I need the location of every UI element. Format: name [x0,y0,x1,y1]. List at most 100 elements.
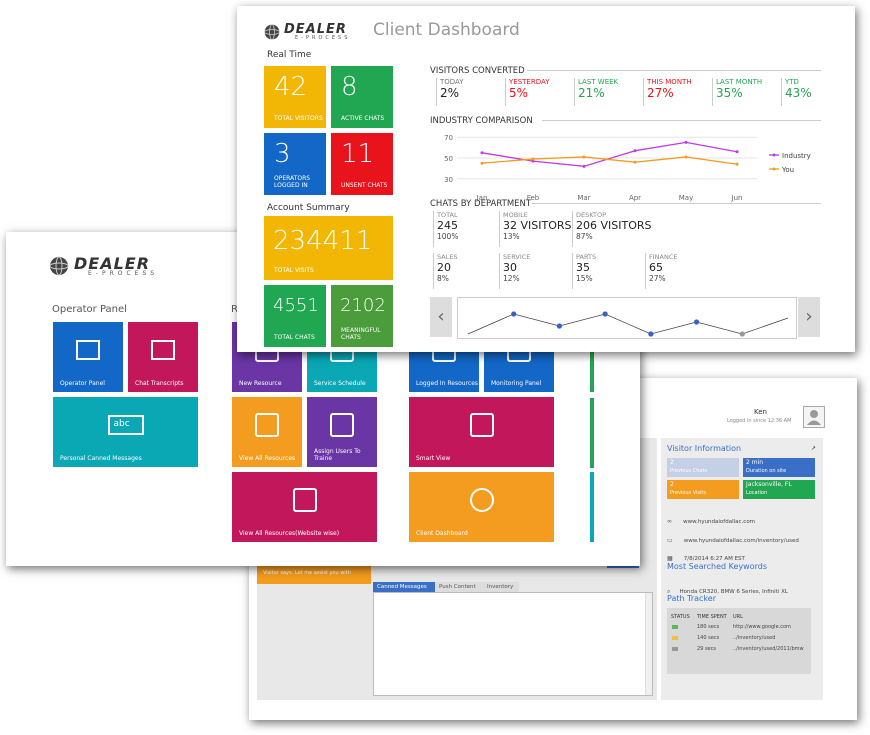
data-point [735,162,739,166]
resource-tile[interactable]: View All Resources(Website wise) [232,472,377,542]
sparkline-point [648,331,654,337]
legend-marker [772,153,776,157]
dept-percent: 87% [576,232,593,241]
dept-stat: DESKTOP 206 VISITORS 87% [572,211,652,247]
data-point [531,157,535,161]
avatar[interactable] [803,406,825,428]
operator-tile[interactable]: Operator Panel [53,322,123,392]
visitor-url-1[interactable]: www.hyundaiofdallac.com [683,519,755,525]
tile-label: OPERATORS LOGGED IN [274,175,311,189]
url-row-2: ▭ www.hyundaiofdallac.com/inventory/used [667,527,817,546]
calendar-icon: ▦ [667,555,673,562]
realtime-tile[interactable]: 11 UNSENT CHATS [331,133,393,195]
sparkline-point [739,331,745,337]
status-swatch [672,636,678,640]
tile-label: View All Resources(Website wise) [239,530,340,537]
account-tile[interactable]: 2102 MEANINGFUL CHATS [331,285,393,347]
y-tick-label: 50 [444,155,453,163]
dept-value: 20 [437,261,451,274]
account-tile[interactable]: 4551 TOTAL CHATS [264,285,326,347]
tile-icon [330,413,354,437]
logged-in-since: Logged in since 12:36 AM [727,418,792,424]
tab-push-content[interactable]: Push Content [435,582,483,592]
resource-tile[interactable]: Assign Users To Traine [307,397,377,467]
visitor-url-2[interactable]: www.hyundaiofdallac.com/inventory/used [684,538,799,544]
card-label: Location [746,490,768,496]
stat-label: YTD [785,78,799,86]
status-swatch [672,647,678,651]
dept-label: SERVICE [503,253,531,261]
resource-tile[interactable]: Smart View [409,397,554,467]
sparkline-point [556,323,563,329]
tile-label: UNSENT CHATS [341,182,388,189]
data-point [582,164,586,168]
path-tracker-title: Path Tracker [667,594,716,603]
card-value: 2 min [746,459,764,466]
legend-label: You [781,166,794,174]
tab-canned-messages[interactable]: Canned Messages [373,582,435,592]
message-textarea[interactable] [373,592,653,696]
path-url[interactable]: ../inventory/used [733,635,775,641]
stat-value: 5% [509,86,529,100]
dept-percent: 12% [503,274,520,283]
tile-label: TOTAL CHATS [274,334,315,341]
operator-tile[interactable]: Chat Transcripts [128,322,198,392]
dept-label: SALES [437,253,458,261]
tile-label: Service Schedule [314,380,366,387]
stat-label: TODAY [440,78,464,86]
path-url[interactable]: ../inventory/used/2011/bmw [733,646,804,652]
industry-comparison-chart: 305070Jan Feb Mar Apr May JunIndustryYou [444,134,811,202]
tile-label: MEANINGFUL CHATS [341,327,381,341]
tile-label: Operator Panel [60,380,105,387]
path-url[interactable]: http://www.google.com [733,624,791,630]
visitor-card: 2 Previous Visits [667,480,739,499]
visitor-card: 2 Previous Chats [667,458,739,477]
edge-strip-1 [590,348,594,392]
stat-label: LAST WEEK [578,78,619,86]
realtime-tile[interactable]: 3 OPERATORS LOGGED IN [264,133,326,195]
operator-tile[interactable]: Personal Canned Messages abc [53,397,198,467]
tile-value: 3 [274,139,291,169]
textarea-scrollbar[interactable] [645,593,652,695]
time-spent: 180 secs [697,624,720,630]
tile-value: 11 [341,139,375,169]
stat-label: THIS MONTH [647,78,692,86]
dept-value: 35 [576,261,590,274]
operator-logo: DEALER E-PROCESS [48,254,188,278]
stat-label: LAST MONTH [716,78,763,86]
x-tick-label: Jun [731,194,743,202]
tile-value: 8 [341,72,358,102]
sparkline-point [693,319,700,325]
resource-tile[interactable]: Client Dashboard [409,472,554,542]
carousel-next-button[interactable]: › [798,297,820,337]
dept-value: 65 [649,261,663,274]
abc-glyph: abc [113,419,130,429]
data-point [735,150,739,154]
dept-label: MOBILE [503,211,528,219]
dealer-globe-icon [49,256,69,276]
data-point [684,155,688,159]
y-tick-label: 30 [444,176,453,184]
dept-percent: 15% [576,274,593,283]
realtime-tile[interactable]: 8 ACTIVE CHATS [331,66,393,128]
time-spent: 140 secs [697,635,720,641]
industry-title: INDUSTRY COMPARISON [430,116,533,126]
industry-divider [542,120,821,121]
carousel-prev-button[interactable]: ‹ [430,297,452,337]
card-value: 2 [670,481,674,488]
converted-title: VISITORS CONVERTED [430,66,525,76]
collapse-icon[interactable]: ↗ [811,445,816,452]
realtime-tile[interactable]: 42 TOTAL VISITORS [264,66,326,128]
card-label: Duration on site [746,468,787,474]
client-logo: DEALER E-PROCESS [263,22,391,44]
tab-inventory[interactable]: Inventory [483,582,519,592]
tile-label: New Resource [239,380,282,387]
tile-icon [469,488,494,512]
resource-tile[interactable]: View All Resources [232,397,302,467]
user-icon [807,410,821,425]
dept-divider [532,203,821,204]
series-line [481,141,738,167]
account-tile[interactable]: 234411 TOTAL VISITS [264,216,393,280]
x-tick-label: Apr [629,194,641,202]
dept-stat: MOBILE 32 VISITORS 13% [499,211,572,247]
